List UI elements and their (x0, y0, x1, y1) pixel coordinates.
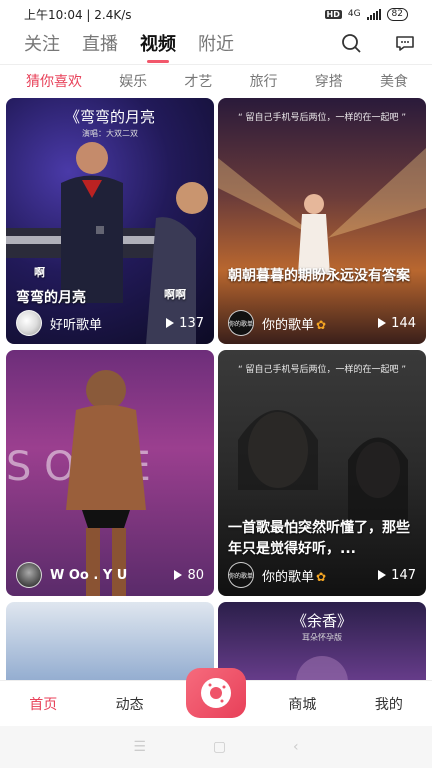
play-icon (166, 318, 175, 328)
song-subtitle-overlay: 耳朵怀孕版 (302, 633, 342, 642)
message-icon[interactable] (394, 32, 416, 54)
video-card[interactable] (6, 602, 214, 680)
center-action-button[interactable] (186, 668, 246, 718)
video-meta: 你的歌单 你的歌单 ✿ 147 (228, 562, 416, 588)
signal-icon (366, 8, 381, 20)
category-travel[interactable]: 旅行 (250, 71, 278, 91)
top-icons (340, 32, 416, 54)
video-thumbnail (6, 602, 214, 680)
flower-icon: ✿ (316, 317, 327, 332)
play-icon (378, 318, 387, 328)
video-card[interactable]: S O T E W Oo . Y U 80 (6, 350, 214, 596)
video-card[interactable]: 《弯弯的月亮 演唱：大双二双 啊 啊啊 弯弯的月亮 好听歌单 137 (6, 98, 214, 344)
nav-feed[interactable]: 动态 (86, 694, 172, 714)
video-thumbnail: S O T E (6, 350, 214, 596)
menu-icon[interactable]: ☰ (133, 739, 146, 755)
video-meta: W Oo . Y U 80 (16, 562, 204, 588)
tab-nearby[interactable]: 附近 (198, 30, 234, 56)
category-food[interactable]: 美食 (380, 71, 408, 91)
status-time: 上午10:04 (24, 7, 83, 22)
category-talent[interactable]: 才艺 (184, 71, 212, 91)
author-name[interactable]: W Oo . Y U (50, 568, 174, 583)
video-title: 弯弯的月亮 (16, 290, 86, 306)
status-bar: 上午10:04 | 2.4K/s HD 4G 82 (0, 0, 432, 28)
avatar[interactable]: 你的歌单 (228, 310, 254, 336)
author-name[interactable]: 你的歌单 ✿ (262, 314, 378, 333)
category-bar: 猜你喜欢 娱乐 才艺 旅行 穿搭 美食 (0, 64, 432, 96)
home-icon[interactable]: ▢ (213, 739, 226, 755)
song-title-overlay: 《弯弯的月亮 (64, 108, 155, 126)
network-label: 4G (347, 9, 361, 19)
play-count: 137 (166, 316, 204, 331)
video-thumbnail (218, 98, 426, 344)
status-speed: 2.4K/s (94, 7, 132, 22)
video-banner: “ 留自己手机号后两位，一样的在一起吧 ” (237, 365, 407, 375)
play-count: 147 (378, 568, 416, 583)
video-banner: “ 留自己手机号后两位，一样的在一起吧 ” (237, 113, 407, 123)
tab-follow[interactable]: 关注 (24, 30, 60, 56)
video-meta: 你的歌单 你的歌单 ✿ 144 (228, 310, 416, 336)
author-name[interactable]: 你的歌单 ✿ (262, 566, 378, 585)
nav-mall[interactable]: 商城 (259, 694, 345, 714)
video-feed: 《弯弯的月亮 演唱：大双二双 啊 啊啊 弯弯的月亮 好听歌单 137 “ 留自己… (0, 98, 432, 680)
category-outfit[interactable]: 穿搭 (315, 71, 343, 91)
video-card[interactable]: “ 留自己手机号后两位，一样的在一起吧 ” 一首歌最怕突然听懂了，那些年只是觉得… (218, 350, 426, 596)
avatar[interactable] (16, 310, 42, 336)
play-icon (378, 570, 387, 580)
song-title-overlay: 《余香》 (291, 612, 352, 630)
video-card[interactable]: 《余香》 耳朵怀孕版 (218, 602, 426, 680)
video-meta: 好听歌单 137 (16, 310, 204, 336)
play-count-value: 147 (391, 567, 416, 583)
video-title: 一首歌最怕突然听懂了，那些年只是觉得好听，... (228, 520, 410, 557)
donut-icon (201, 678, 231, 708)
tab-video[interactable]: 视频 (140, 30, 176, 56)
nav-me[interactable]: 我的 (346, 694, 432, 714)
category-recommended[interactable]: 猜你喜欢 (26, 71, 82, 91)
play-count-value: 144 (391, 315, 416, 331)
lyric-tag: 啊 (34, 266, 45, 279)
search-icon[interactable] (340, 32, 362, 54)
play-icon (174, 570, 183, 580)
top-nav: 关注 直播 视频 附近 (0, 28, 432, 58)
back-icon[interactable]: ‹ (293, 739, 299, 755)
hd-badge: HD (324, 9, 342, 19)
video-title: 朝朝暮暮的期盼永远没有答案 (228, 268, 410, 284)
play-count-value: 80 (187, 567, 204, 583)
flower-icon: ✿ (316, 569, 327, 584)
nav-home[interactable]: 首页 (0, 694, 86, 714)
status-left: 上午10:04 | 2.4K/s (24, 7, 132, 22)
category-entertainment[interactable]: 娱乐 (119, 71, 147, 91)
status-right: HD 4G 82 (324, 7, 408, 21)
battery-icon: 82 (386, 7, 408, 21)
avatar[interactable] (16, 562, 42, 588)
video-card[interactable]: “ 留自己手机号后两位，一样的在一起吧 ” 朝朝暮暮的期盼永远没有答案 你的歌单… (218, 98, 426, 344)
system-nav-bar: ☰ ▢ ‹ (0, 726, 432, 768)
author-name[interactable]: 好听歌单 (50, 314, 166, 333)
avatar[interactable]: 你的歌单 (228, 562, 254, 588)
song-subtitle-overlay: 演唱：大双二双 (82, 129, 138, 138)
play-count: 144 (378, 316, 416, 331)
play-count: 80 (174, 568, 204, 583)
tab-live[interactable]: 直播 (82, 30, 118, 56)
play-count-value: 137 (179, 315, 204, 331)
